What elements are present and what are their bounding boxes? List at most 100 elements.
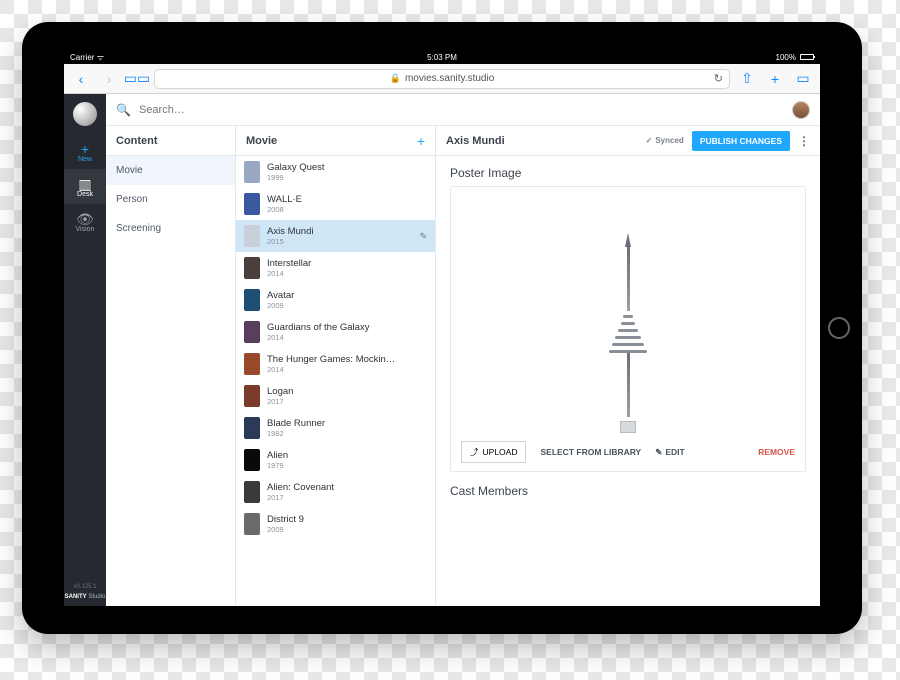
back-button[interactable]: ‹ — [70, 68, 92, 90]
movie-year: 2008 — [267, 205, 302, 214]
pane-content-types: Content MoviePersonScreening — [106, 126, 236, 606]
movie-year: 2015 — [267, 237, 313, 246]
movie-item[interactable]: Avatar2009 — [236, 284, 435, 316]
movie-item[interactable]: The Hunger Games: Mockin…2014 — [236, 348, 435, 380]
movie-item[interactable]: Interstellar2014 — [236, 252, 435, 284]
tower-illustration — [607, 233, 649, 433]
url-bar[interactable]: 🔒 movies.sanity.studio ↻ — [154, 69, 730, 89]
bookmarks-icon[interactable]: ▭▭ — [126, 68, 148, 90]
movie-thumb — [244, 481, 260, 503]
kebab-icon[interactable]: ⋮ — [798, 134, 810, 148]
movie-thumb — [244, 161, 260, 183]
movie-title: Guardians of the Galaxy — [267, 322, 369, 333]
movie-thumb — [244, 353, 260, 375]
remove-image-button[interactable]: REMOVE — [758, 447, 795, 457]
movie-title: The Hunger Games: Mockin… — [267, 354, 395, 365]
rail-vision[interactable]: 👁 Vision — [64, 204, 106, 239]
search-input[interactable] — [139, 104, 784, 116]
movie-year: 1999 — [267, 173, 325, 182]
clock: 5:03 PM — [427, 53, 457, 62]
poster-preview[interactable] — [457, 193, 799, 433]
home-button[interactable] — [828, 317, 850, 339]
share-icon[interactable]: ⇧ — [736, 68, 758, 90]
field-label-poster: Poster Image — [450, 166, 806, 180]
movie-title: Galaxy Quest — [267, 162, 325, 173]
movie-item[interactable]: Alien: Covenant2017 — [236, 476, 435, 508]
columns-icon: ▥ — [64, 177, 106, 191]
movie-year: 2014 — [267, 269, 311, 278]
movie-item[interactable]: Blade Runner1982 — [236, 412, 435, 444]
screen: Carrier ᯤ 5:03 PM 100% ‹ › ▭▭ 🔒 movies.s… — [64, 50, 820, 606]
movie-thumb — [244, 385, 260, 407]
movie-year: 1982 — [267, 429, 325, 438]
new-tab-icon[interactable]: + — [764, 68, 786, 90]
movie-item[interactable]: Axis Mundi2015✎ — [236, 220, 435, 252]
movie-item[interactable]: Galaxy Quest1999 — [236, 156, 435, 188]
eye-icon: 👁 — [64, 212, 106, 226]
movie-thumb — [244, 513, 260, 535]
content-type-item[interactable]: Screening — [106, 214, 235, 243]
lock-icon: 🔒 — [390, 73, 401, 84]
select-library-button[interactable]: SELECT FROM LIBRARY — [540, 447, 641, 457]
upload-button[interactable]: ⤴ UPLOAD — [461, 441, 526, 463]
movie-title: Interstellar — [267, 258, 311, 269]
reload-icon[interactable]: ↻ — [714, 72, 723, 85]
movie-title: Blade Runner — [267, 418, 325, 429]
movie-year: 2017 — [267, 493, 334, 502]
add-movie-icon[interactable]: + — [417, 133, 425, 149]
tabs-icon[interactable]: ▭ — [792, 68, 814, 90]
movie-item[interactable]: District 92009 — [236, 508, 435, 540]
poster-image-field: ⤴ UPLOAD SELECT FROM LIBRARY ✎ EDIT REMO… — [450, 186, 806, 472]
pane-document: Axis Mundi ✓ Synced PUBLISH CHANGES ⋮ Po… — [436, 126, 820, 606]
status-bar: Carrier ᯤ 5:03 PM 100% — [64, 50, 820, 64]
movie-thumb — [244, 257, 260, 279]
plus-icon: + — [64, 142, 106, 156]
browser-toolbar: ‹ › ▭▭ 🔒 movies.sanity.studio ↻ ⇧ + ▭ — [64, 64, 820, 94]
search-icon: 🔍 — [116, 103, 131, 117]
carrier-label: Carrier ᯤ — [70, 52, 104, 63]
movie-thumb — [244, 193, 260, 215]
sync-status: ✓ Synced — [646, 136, 684, 145]
movie-thumb — [244, 417, 260, 439]
movie-thumb — [244, 289, 260, 311]
movie-thumb — [244, 449, 260, 471]
movie-title: Alien: Covenant — [267, 482, 334, 493]
edit-image-button[interactable]: ✎ EDIT — [655, 447, 685, 458]
movie-item[interactable]: Guardians of the Galaxy2014 — [236, 316, 435, 348]
battery-pct: 100% — [776, 53, 796, 62]
movie-item[interactable]: Alien1979 — [236, 444, 435, 476]
sidebar-rail: + New ▥ Desk 👁 Vision v0.125.1 SANITY St… — [64, 94, 106, 606]
movie-year: 2014 — [267, 365, 395, 374]
field-label-cast: Cast Members — [450, 484, 806, 498]
document-title: Axis Mundi — [446, 135, 505, 147]
movie-title: Axis Mundi — [267, 226, 313, 237]
movie-item[interactable]: Logan2017 — [236, 380, 435, 412]
movie-title: Logan — [267, 386, 293, 397]
rail-desk[interactable]: ▥ Desk — [64, 169, 106, 204]
tablet-frame: Carrier ᯤ 5:03 PM 100% ‹ › ▭▭ 🔒 movies.s… — [22, 22, 862, 634]
movie-title: WALL·E — [267, 194, 302, 205]
brand-label: SANITY Studio — [65, 594, 106, 606]
pane-movie-list: Movie + Galaxy Quest1999WALL·E2008Axis M… — [236, 126, 436, 606]
pane-title: Content — [116, 135, 158, 147]
movie-title: Alien — [267, 450, 288, 461]
avatar[interactable] — [792, 101, 810, 119]
wifi-icon: ᯤ — [97, 53, 104, 62]
content-type-item[interactable]: Person — [106, 185, 235, 214]
movie-thumb — [244, 225, 260, 247]
version-label: v0.125.1 — [73, 580, 96, 594]
content-type-item[interactable]: Movie — [106, 156, 235, 185]
rail-new[interactable]: + New — [64, 134, 106, 169]
movie-title: Avatar — [267, 290, 294, 301]
app-logo-icon[interactable] — [73, 102, 97, 126]
movie-year: 2017 — [267, 397, 293, 406]
search-bar: 🔍 — [106, 94, 820, 126]
movie-item[interactable]: WALL·E2008 — [236, 188, 435, 220]
pane-title: Movie — [246, 135, 277, 147]
movie-year: 2014 — [267, 333, 369, 342]
app: + New ▥ Desk 👁 Vision v0.125.1 SANITY St… — [64, 94, 820, 606]
publish-button[interactable]: PUBLISH CHANGES — [692, 131, 790, 151]
battery-icon — [800, 54, 814, 60]
movie-year: 2009 — [267, 525, 304, 534]
forward-button[interactable]: › — [98, 68, 120, 90]
